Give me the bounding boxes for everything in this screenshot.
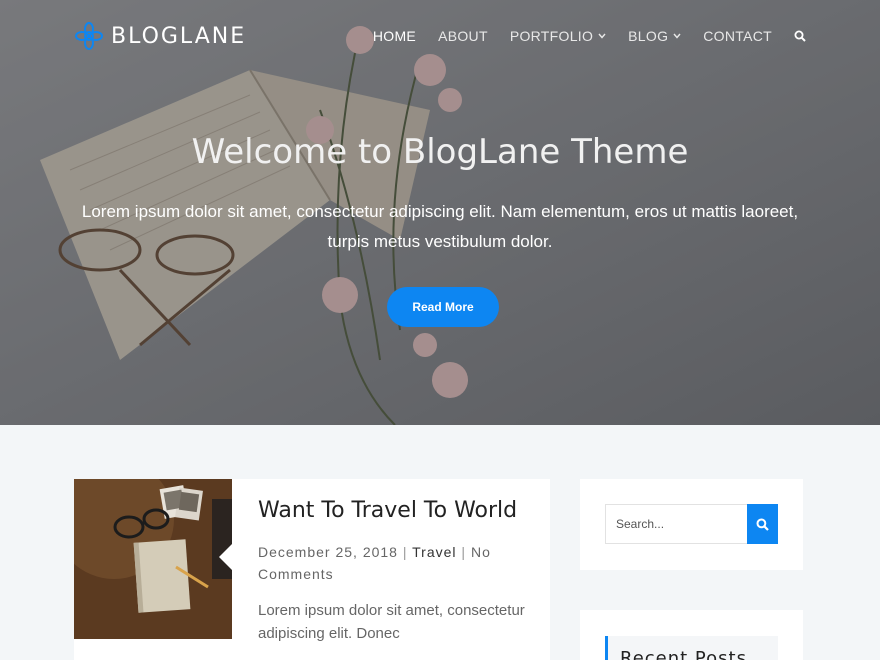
- chevron-down-icon: [673, 33, 681, 39]
- widget-title-bar: Recent Posts: [605, 636, 778, 660]
- post-date[interactable]: December 25, 2018: [258, 544, 398, 560]
- post-thumbnail-pointer: [219, 543, 233, 571]
- nav-item-label: BLOG: [628, 28, 669, 44]
- hero-subtitle: Lorem ipsum dolor sit amet, consectetur …: [81, 202, 799, 251]
- nav-item-label: HOME: [372, 28, 417, 44]
- site-logo[interactable]: BLOGLANE: [75, 22, 246, 50]
- post-thumbnail-image: [74, 479, 232, 639]
- search-submit-button[interactable]: [747, 504, 778, 544]
- nav-item-portfolio[interactable]: PORTFOLIO: [510, 28, 606, 44]
- meta-separator: |: [402, 544, 413, 560]
- nav-search-button[interactable]: [794, 30, 806, 42]
- site-title: BLOGLANE: [111, 23, 247, 49]
- hero-title: Welcome to BlogLane Theme: [191, 132, 689, 172]
- nav-item-label: PORTFOLIO: [509, 28, 594, 44]
- post-category[interactable]: Travel: [412, 544, 456, 560]
- flower-logo-icon: [75, 22, 103, 50]
- post-body: Want To Travel To World December 25, 201…: [258, 497, 533, 645]
- meta-separator: |: [461, 544, 471, 560]
- search-icon: [794, 30, 806, 42]
- post-title[interactable]: Want To Travel To World: [258, 497, 533, 525]
- post-meta: December 25, 2018 | Travel | No Comments: [258, 541, 533, 585]
- nav-item-contact[interactable]: CONTACT: [703, 28, 772, 44]
- widget-title: Recent Posts: [620, 648, 747, 660]
- read-more-button[interactable]: Read More: [387, 287, 499, 327]
- post-thumbnail[interactable]: [74, 479, 232, 639]
- nav-item-label: ABOUT: [438, 28, 488, 44]
- chevron-down-icon: [598, 33, 606, 39]
- post-card: Want To Travel To World December 25, 201…: [74, 479, 550, 660]
- search-input[interactable]: [605, 504, 748, 544]
- nav-item-about[interactable]: ABOUT: [438, 28, 488, 44]
- nav-item-blog[interactable]: BLOG: [628, 28, 681, 44]
- hero-section: BLOGLANE HOME ABOUT PORTFOLIO BLOG CONTA…: [0, 0, 880, 425]
- recent-posts-widget: Recent Posts: [580, 610, 803, 660]
- search-widget: [580, 479, 803, 570]
- nav-item-label: CONTACT: [703, 28, 772, 44]
- nav-item-home[interactable]: HOME: [373, 28, 416, 44]
- post-excerpt: Lorem ipsum dolor sit amet, consectetur …: [258, 602, 525, 642]
- search-icon: [756, 518, 769, 531]
- main-navigation: HOME ABOUT PORTFOLIO BLOG CONTACT: [351, 28, 806, 44]
